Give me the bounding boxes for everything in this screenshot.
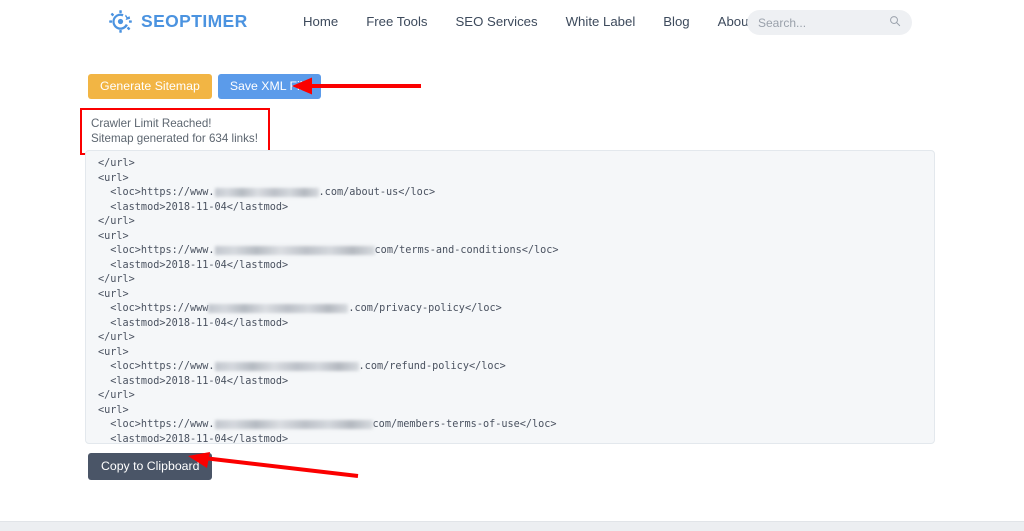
xml-line-text: com/terms-and-conditions</loc> — [375, 245, 559, 256]
gear-refresh-icon — [107, 8, 134, 35]
footer-strip — [0, 521, 1024, 531]
redacted-domain — [208, 304, 348, 313]
xml-line: </url> — [98, 273, 934, 288]
xml-line: <url> — [98, 346, 934, 361]
search-icon[interactable] — [889, 14, 901, 32]
nav-item-free-tools[interactable]: Free Tools — [352, 13, 441, 31]
brand-logo-link[interactable]: SEOPTIMER — [107, 8, 248, 35]
xml-line: <url> — [98, 288, 934, 303]
xml-line-text: <loc>https://www. — [98, 361, 215, 372]
xml-line: </url> — [98, 215, 934, 230]
xml-line: <url> — [98, 404, 934, 419]
nav-item-white-label[interactable]: White Label — [552, 13, 650, 31]
alert-line-limit-reached: Crawler Limit Reached! — [91, 116, 259, 131]
xml-line: <lastmod>2018-11-04</lastmod> — [98, 259, 934, 274]
search-box[interactable] — [747, 10, 912, 35]
xml-line-text: <loc>https://www. — [98, 187, 215, 198]
xml-line-text: .com/privacy-policy</loc> — [348, 303, 501, 314]
search-input[interactable] — [758, 16, 889, 30]
xml-line: <loc>https://www. com/terms-and-condition… — [98, 244, 934, 259]
xml-line: <lastmod>2018-11-04</lastmod> — [98, 433, 934, 445]
xml-line: <lastmod>2018-11-04</lastmod> — [98, 317, 934, 332]
xml-line: </url> — [98, 389, 934, 404]
redacted-domain — [215, 188, 319, 197]
nav-item-seo-services[interactable]: SEO Services — [442, 13, 552, 31]
xml-line: <lastmod>2018-11-04</lastmod> — [98, 375, 934, 390]
sitemap-xml-code: </url><url> <loc>https://www..com/about-… — [98, 157, 934, 444]
sitemap-action-toolbar: Generate Sitemap Save XML File — [88, 74, 321, 99]
xml-line: </url> — [98, 331, 934, 346]
xml-line-text: com/members-terms-of-use</loc> — [373, 419, 557, 430]
xml-line-text: .com/about-us</loc> — [319, 187, 436, 198]
xml-line-text: <loc>https://www — [98, 303, 208, 314]
redacted-domain — [215, 246, 375, 255]
xml-line: </url> — [98, 157, 934, 172]
brand-name: SEOPTIMER — [141, 13, 248, 31]
redacted-domain — [215, 420, 373, 429]
redacted-domain — [215, 362, 359, 371]
gear-refresh-icon-svg — [107, 8, 134, 35]
nav-item-blog[interactable]: Blog — [649, 13, 703, 31]
xml-line: <url> — [98, 172, 934, 187]
xml-line-text: .com/refund-policy</loc> — [359, 361, 506, 372]
alert-line-links-count: Sitemap generated for 634 links! — [91, 131, 259, 146]
xml-line-text: <loc>https://www. — [98, 419, 215, 430]
xml-line: <url> — [98, 230, 934, 245]
xml-line: <loc>https://www. com/members-terms-of-us… — [98, 418, 934, 433]
xml-line: <lastmod>2018-11-04</lastmod> — [98, 201, 934, 216]
xml-line: <loc>https://www. .com/about-us</loc> — [98, 186, 934, 201]
site-header: SEOPTIMER Home Free Tools SEO Services W… — [0, 0, 1024, 44]
xml-line-text: <loc>https://www. — [98, 245, 215, 256]
generate-sitemap-button[interactable]: Generate Sitemap — [88, 74, 212, 99]
xml-line: <loc>https://www .com/privacy-policy</loc… — [98, 302, 934, 317]
copy-to-clipboard-button[interactable]: Copy to Clipboard — [88, 453, 212, 480]
save-xml-file-button[interactable]: Save XML File — [218, 74, 322, 99]
crawler-limit-alert: Crawler Limit Reached! Sitemap generated… — [80, 108, 270, 155]
xml-line: <loc>https://www. .com/refund-policy</loc… — [98, 360, 934, 375]
nav-item-home[interactable]: Home — [303, 13, 352, 31]
sitemap-xml-output[interactable]: </url><url> <loc>https://www..com/about-… — [85, 150, 935, 444]
search-icon-svg — [889, 15, 901, 27]
